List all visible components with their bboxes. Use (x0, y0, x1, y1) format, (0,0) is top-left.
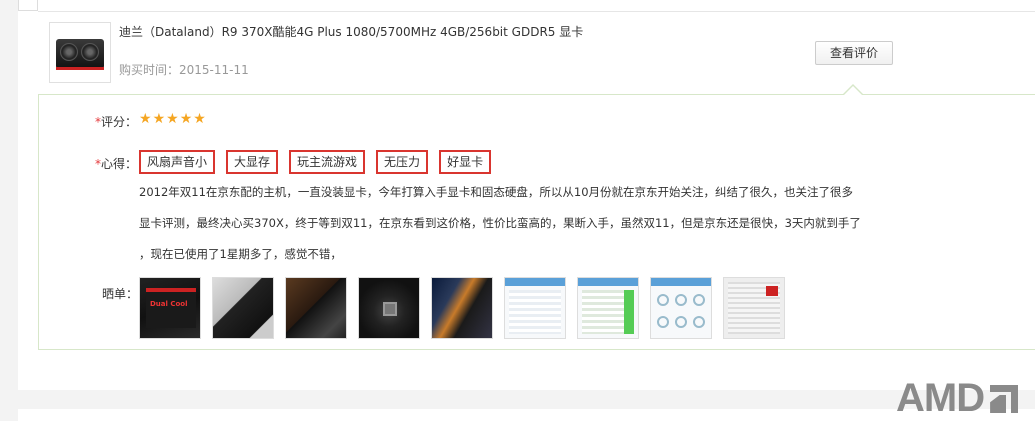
star-icon: ★ (179, 111, 193, 127)
review-tag: 大显存 (226, 150, 279, 174)
buy-time: 购买时间：2015-11-11 (119, 61, 249, 78)
comment-label: *心得： (95, 157, 138, 171)
product-title[interactable]: 迪兰（Dataland）R9 370X酷能4G Plus 1080/5700MH… (119, 23, 583, 40)
review-text-line: 2012年双11在京东配的主机，一直没装显卡，今年打算入手显卡和固态硬盘，所以从… (139, 185, 854, 199)
buy-time-label: 购买时间： (119, 63, 180, 77)
review-photos: Dual Cool (139, 277, 785, 339)
star-icon: ★ (139, 111, 152, 127)
motherboard-photo[interactable] (358, 277, 420, 339)
graphics-card-box-photo[interactable]: Dual Cool (139, 277, 201, 339)
buy-time-value: 2015-11-11 (179, 63, 249, 77)
review-tag: 风扇声音小 (139, 150, 216, 174)
gpu-info-screenshot[interactable] (504, 277, 566, 339)
star-icon: ★ (193, 111, 206, 127)
review-content: 2012年双11在京东配的主机，一直没装显卡，今年打算入手显卡和固态硬盘，所以从… (139, 180, 899, 273)
review-tag: 好显卡 (439, 150, 492, 174)
review-text-line: ，现在已使用了1星期多了，感觉不错， (139, 247, 342, 261)
rating-stars: ★ ★ ★ ★ ★ (139, 111, 206, 127)
product-thumbnail[interactable] (49, 22, 111, 83)
review-tag: 无压力 (376, 150, 429, 174)
card-installed-photo[interactable] (285, 277, 347, 339)
pc-interior-photo[interactable] (431, 277, 493, 339)
next-order-card (18, 409, 1035, 421)
review-text-line: 显卡评测，最终决心买370X，终于等到双11，在京东看到这价格，性价比蛮高的，果… (139, 216, 861, 230)
previous-item-edge (18, 0, 38, 11)
graphics-card-photo[interactable] (212, 277, 274, 339)
divider (38, 11, 1035, 12)
amd-arrow-icon (986, 383, 1020, 413)
photos-label: 晒单： (102, 287, 139, 301)
review-tag: 玩主流游戏 (289, 150, 366, 174)
review-tags: 风扇声音小 大显存 玩主流游戏 无压力 好显卡 (139, 150, 492, 174)
view-review-button[interactable]: 查看评价 (815, 41, 893, 65)
star-icon: ★ (152, 111, 166, 127)
amd-watermark: AMD (896, 378, 1020, 418)
gpu-z-screenshot[interactable] (723, 277, 785, 339)
star-icon: ★ (166, 111, 179, 127)
benchmark-screenshot[interactable] (577, 277, 639, 339)
monitor-screenshot[interactable] (650, 277, 712, 339)
rating-label: *评分： (95, 115, 138, 129)
graphics-card-image (54, 33, 106, 73)
